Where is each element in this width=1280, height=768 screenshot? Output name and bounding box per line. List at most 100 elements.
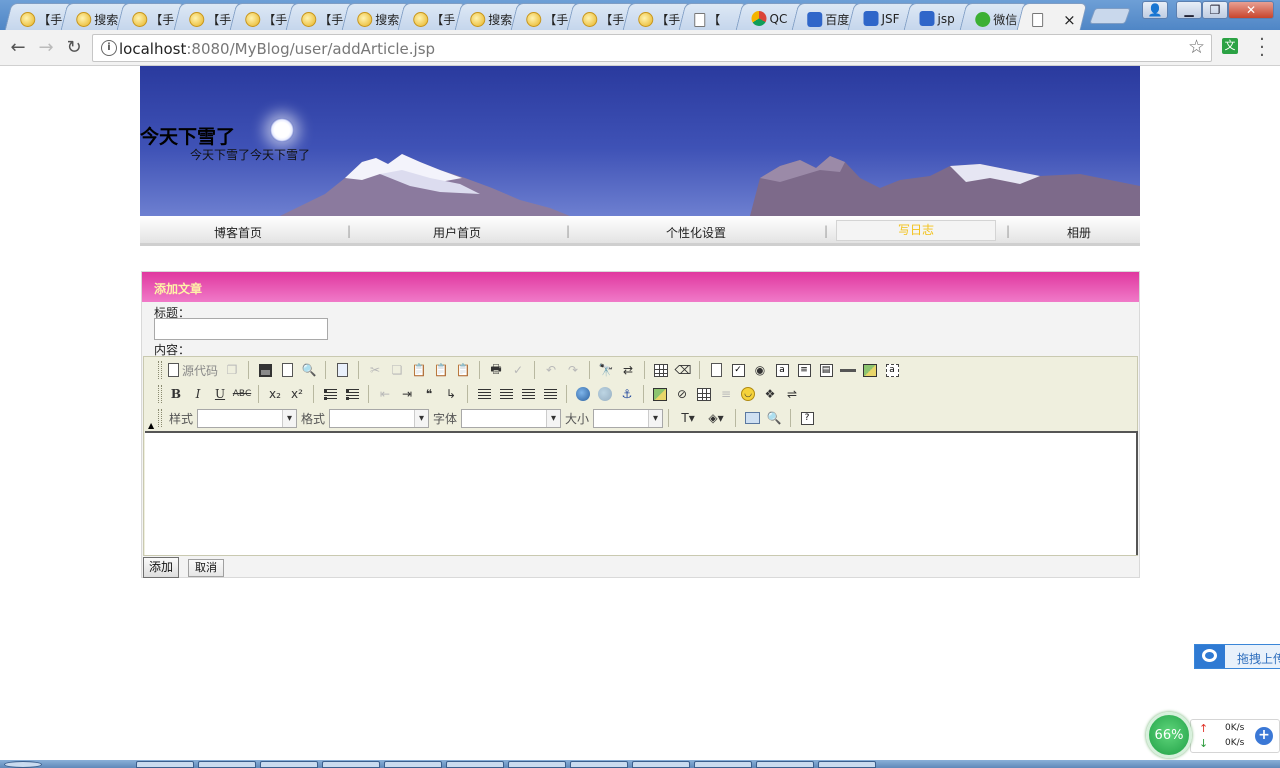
hidden-field-icon[interactable]: a — [881, 359, 903, 381]
toolbar-grip[interactable] — [158, 385, 162, 403]
taskbar-item[interactable] — [198, 761, 256, 768]
accelerate-plus-icon[interactable]: + — [1255, 727, 1273, 745]
indent-icon[interactable]: ⇥ — [396, 383, 418, 405]
table-icon[interactable] — [693, 383, 715, 405]
nav-personal-settings[interactable]: 个性化设置 — [660, 224, 732, 241]
taskbar-item[interactable] — [632, 761, 690, 768]
reload-button[interactable]: ↻ — [62, 36, 86, 60]
taskbar-item[interactable] — [818, 761, 876, 768]
user-icon[interactable]: 👤 — [1142, 1, 1168, 19]
browser-menu-icon[interactable]: · · · — [1256, 31, 1268, 65]
window-close-button[interactable]: ✕ — [1228, 1, 1274, 19]
nav-write-blog[interactable]: 写日志 — [836, 220, 996, 241]
bold-icon[interactable]: B — [165, 383, 187, 405]
italic-icon[interactable]: I — [187, 383, 209, 405]
show-blocks-icon[interactable]: 🔍 — [763, 407, 785, 429]
save-icon[interactable] — [254, 359, 276, 381]
taskbar-item[interactable] — [446, 761, 504, 768]
radio-icon[interactable]: ◉ — [749, 359, 771, 381]
style-select[interactable] — [197, 408, 298, 428]
bulleted-list-icon[interactable] — [341, 383, 363, 405]
add-button[interactable]: 添加 — [143, 557, 180, 578]
cancel-button[interactable]: 取消 — [188, 559, 224, 577]
print-icon[interactable]: 🖶 — [485, 359, 507, 381]
about-icon[interactable]: ? — [796, 407, 818, 429]
forward-button[interactable]: → — [34, 36, 58, 60]
nav-blog-home[interactable]: 博客首页 — [214, 224, 262, 241]
font-select[interactable] — [461, 408, 562, 428]
taskbar-item[interactable] — [384, 761, 442, 768]
form-icon[interactable] — [705, 359, 727, 381]
editor-content-area[interactable] — [145, 431, 1138, 555]
smiley-icon[interactable]: ◡ — [737, 383, 759, 405]
find-icon[interactable]: 🔭 — [595, 359, 617, 381]
unlink-icon[interactable] — [594, 383, 616, 405]
text-color-icon[interactable]: T▾ — [674, 407, 702, 429]
cut-icon[interactable]: ✂ — [364, 359, 386, 381]
maximize-editor-icon[interactable] — [741, 407, 763, 429]
spellcheck-icon[interactable]: ✓ — [507, 359, 529, 381]
undo-icon[interactable]: ↶ — [540, 359, 562, 381]
url-text[interactable]: localhost:8080/MyBlog/user/addArticle.js… — [119, 40, 435, 58]
address-bar[interactable]: i localhost:8080/MyBlog/user/addArticle.… — [92, 34, 1212, 62]
preview-icon[interactable]: 🔍 — [298, 359, 320, 381]
special-char-icon[interactable]: ❖ — [759, 383, 781, 405]
size-select[interactable] — [593, 408, 664, 428]
subscript-icon[interactable]: x₂ — [264, 383, 286, 405]
tab-close-icon[interactable]: × — [1063, 11, 1076, 29]
image-icon[interactable] — [649, 383, 671, 405]
back-button[interactable]: ← — [6, 36, 30, 60]
numbered-list-icon[interactable] — [319, 383, 341, 405]
taskbar-item[interactable] — [756, 761, 814, 768]
translate-extension-icon[interactable]: 文 — [1222, 38, 1238, 54]
collapse-toolbar-icon[interactable]: ▲ — [148, 421, 154, 430]
textfield-icon[interactable]: a — [771, 359, 793, 381]
title-input[interactable] — [154, 318, 328, 340]
paste-icon[interactable]: 📋 — [408, 359, 430, 381]
source-code-button[interactable]: 源代码 — [165, 359, 221, 381]
format-select[interactable] — [329, 408, 430, 428]
paste-text-icon[interactable]: 📋 — [430, 359, 452, 381]
minimize-button[interactable]: ▁ — [1176, 1, 1202, 19]
div-container-icon[interactable]: ↳ — [440, 383, 462, 405]
anchor-icon[interactable]: ⚓ — [616, 383, 638, 405]
strikethrough-icon[interactable]: ABC — [231, 383, 253, 405]
network-monitor-widget[interactable]: ↑ ↓ 0K/s 0K/s + 66% — [1146, 712, 1280, 762]
maximize-button[interactable]: ❐ — [1202, 1, 1228, 19]
bookmark-star-icon[interactable]: ☆ — [1188, 36, 1205, 58]
toolbar-grip[interactable] — [158, 361, 162, 379]
new-tab-button[interactable] — [1089, 8, 1131, 24]
superscript-icon[interactable]: x² — [286, 383, 308, 405]
select-field-icon[interactable]: ▤ — [815, 359, 837, 381]
checkbox-icon[interactable]: ✓ — [727, 359, 749, 381]
page-break-icon[interactable]: ⇌ — [781, 383, 803, 405]
taskbar-item[interactable] — [570, 761, 628, 768]
taskbar-item[interactable] — [260, 761, 318, 768]
blockquote-icon[interactable]: ❝ — [418, 383, 440, 405]
new-page-icon[interactable] — [276, 359, 298, 381]
align-right-icon[interactable] — [517, 383, 539, 405]
nav-user-home[interactable]: 用户首页 — [433, 224, 481, 241]
button-field-icon[interactable] — [837, 359, 859, 381]
start-button[interactable] — [4, 761, 42, 768]
select-all-icon[interactable] — [650, 359, 672, 381]
copy-icon[interactable]: ❏ — [386, 359, 408, 381]
info-icon[interactable]: i — [101, 40, 117, 56]
link-icon[interactable] — [572, 383, 594, 405]
replace-icon[interactable]: ⇄ — [617, 359, 639, 381]
toolbar-grip[interactable] — [158, 409, 162, 427]
memory-usage-ball[interactable]: 66% — [1146, 712, 1192, 758]
flash-icon[interactable]: ⊘ — [671, 383, 693, 405]
browser-tab[interactable]: × — [1016, 3, 1087, 30]
redo-icon[interactable]: ↷ — [562, 359, 584, 381]
align-left-icon[interactable] — [473, 383, 495, 405]
templates-icon[interactable] — [331, 359, 353, 381]
textarea-icon[interactable]: ≡ — [793, 359, 815, 381]
taskbar-item[interactable] — [136, 761, 194, 768]
taskbar-item[interactable] — [694, 761, 752, 768]
outdent-icon[interactable]: ⇤ — [374, 383, 396, 405]
align-center-icon[interactable] — [495, 383, 517, 405]
taskbar-item[interactable] — [322, 761, 380, 768]
background-color-icon[interactable]: ◈▾ — [702, 407, 730, 429]
horizontal-rule-icon[interactable]: ≡ — [715, 383, 737, 405]
